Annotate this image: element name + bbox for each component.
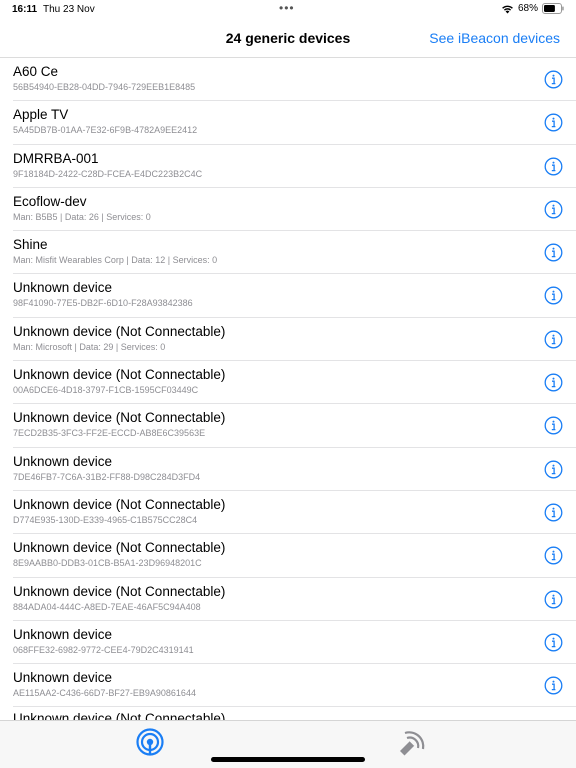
info-icon[interactable] — [544, 460, 563, 479]
device-row[interactable]: Unknown device (Not Connectable) 7ECD2B35… — [13, 404, 576, 448]
device-name: Unknown device — [13, 670, 113, 686]
device-name: Unknown device — [13, 453, 113, 469]
device-detail: 8E9AABB0-DDB3-01CB-B5A1-23D96948201C — [13, 558, 202, 569]
device-row[interactable]: Unknown device 98F41090-77E5-DB2F-6D10-F2… — [13, 274, 576, 318]
device-detail: 9F18184D-2422-C28D-FCEA-E4DC223B2C4C — [13, 168, 203, 179]
info-icon[interactable] — [544, 243, 563, 262]
device-row[interactable]: Unknown device (Not Connectable) 00A6DCE6… — [13, 361, 576, 405]
device-row[interactable]: Unknown device (Not Connectable) 884ADA04… — [13, 578, 576, 621]
info-icon[interactable] — [544, 503, 563, 522]
device-row[interactable]: DMRRBA-001 9F18184D-2422-C28D-FCEA-E4DC22… — [13, 145, 576, 188]
device-detail: 00A6DCE6-4D18-3797-F1CB-1595CF03449C — [13, 385, 199, 396]
device-name: Unknown device (Not Connectable) — [13, 540, 226, 556]
device-row[interactable]: A60 Ce 56B54940-EB28-04DD-7946-729EEB1E84… — [13, 58, 576, 102]
info-icon[interactable] — [544, 373, 563, 392]
device-detail: 068FFE32-6982-9772-CEE4-79D2C4319141 — [13, 644, 194, 655]
device-detail: AE115AA2-C436-66D7-BF27-EB9A90861644 — [13, 688, 196, 699]
device-name: Unknown device (Not Connectable) — [13, 323, 226, 339]
device-row[interactable]: Apple TV 5A45DB7B-01AA-7E32-6F9B-4782A9EE… — [13, 101, 576, 145]
device-detail: Man: B5B5 | Data: 26 | Services: 0 — [13, 211, 151, 222]
device-name: A60 Ce — [13, 64, 59, 79]
device-row[interactable]: Unknown device 068FFE32-6982-9772-CEE4-79… — [13, 621, 576, 665]
device-name: Shine — [13, 237, 48, 253]
device-detail: 5A45DB7B-01AA-7E32-6F9B-4782A9EE2412 — [13, 125, 198, 136]
device-name: Ecoflow-dev — [13, 193, 87, 209]
device-row[interactable]: Unknown device (Not Connectable) Man: Mic… — [13, 318, 576, 362]
ibeacon-tab-icon — [400, 731, 425, 756]
battery-percent: 68% — [517, 3, 538, 14]
device-row[interactable]: Unknown device 7DE46FB7-7C6A-31B2-FF88-D9… — [13, 448, 576, 491]
device-detail: Man: Microsoft | Data: 29 | Services: 0 — [13, 341, 166, 352]
multitasking-dots[interactable]: ••• — [279, 1, 295, 15]
info-icon[interactable] — [544, 113, 563, 132]
info-icon[interactable] — [544, 590, 563, 609]
status-time: 16:11 — [12, 4, 38, 15]
device-row[interactable]: Shine Man: Misfit Wearables Corp | Data: … — [13, 231, 576, 275]
tab-ibeacon[interactable] — [396, 727, 428, 759]
status-bar: 16:11 Thu 23 Nov ••• 68% — [0, 0, 576, 20]
device-name: Apple TV — [13, 107, 69, 123]
device-row[interactable]: Unknown device AE115AA2-C436-66D7-BF27-EB… — [13, 664, 576, 708]
device-name: Unknown device (Not Connectable) — [13, 711, 226, 720]
device-name: Unknown device (Not Connectable) — [13, 496, 226, 512]
device-detail: 7DE46FB7-7C6A-31B2-FF88-D98C284D3FD4 — [13, 471, 201, 482]
info-icon[interactable] — [544, 633, 563, 652]
devices-tab-icon — [136, 728, 164, 756]
device-detail: 98F41090-77E5-DB2F-6D10-F28A93842386 — [13, 298, 193, 309]
info-icon[interactable] — [544, 416, 563, 435]
status-right: 68% — [501, 3, 564, 14]
device-detail: 56B54940-EB28-04DD-7946-729EEB1E8485 — [13, 82, 196, 92]
info-icon[interactable] — [544, 676, 563, 695]
device-name: Unknown device — [13, 626, 113, 642]
device-detail: 884ADA04-444C-A8ED-7EAE-46AF5C94A408 — [13, 601, 201, 612]
info-icon[interactable] — [544, 157, 563, 176]
device-row[interactable]: Unknown device (Not Connectable) D774E935… — [13, 491, 576, 535]
info-icon[interactable] — [544, 546, 563, 565]
battery-icon — [542, 3, 564, 14]
status-date: Thu 23 Nov — [43, 4, 95, 15]
info-icon[interactable] — [544, 70, 563, 89]
device-list[interactable]: A60 Ce 56B54940-EB28-04DD-7946-729EEB1E84… — [0, 58, 576, 720]
device-detail: 7ECD2B35-3FC3-FF2E-ECCD-AB8E6C39563E — [13, 428, 206, 439]
device-detail: Man: Misfit Wearables Corp | Data: 12 | … — [13, 255, 218, 266]
see-ibeacon-devices-button[interactable]: See iBeacon devices — [429, 30, 560, 46]
device-name: Unknown device (Not Connectable) — [13, 583, 226, 599]
device-name: Unknown device — [13, 280, 113, 296]
tab-devices[interactable] — [134, 727, 166, 759]
info-icon[interactable] — [544, 330, 563, 349]
info-icon[interactable] — [544, 286, 563, 305]
device-row[interactable]: Ecoflow-dev Man: B5B5 | Data: 26 | Servic… — [13, 188, 576, 232]
navigation-bar: 24 generic devices See iBeacon devices — [0, 20, 576, 58]
wifi-icon — [501, 4, 514, 14]
device-row[interactable]: Unknown device (Not Connectable) 8E9AABB0… — [13, 534, 576, 578]
info-icon[interactable] — [544, 200, 563, 219]
device-name: DMRRBA-001 — [13, 150, 99, 166]
home-indicator[interactable] — [211, 757, 365, 762]
device-name: Unknown device (Not Connectable) — [13, 367, 226, 383]
device-detail: D774E935-130D-E339-4965-C1B575CC28C4 — [13, 514, 198, 525]
device-name: Unknown device (Not Connectable) — [13, 410, 226, 426]
device-row[interactable]: Unknown device (Not Connectable) — [13, 707, 576, 720]
